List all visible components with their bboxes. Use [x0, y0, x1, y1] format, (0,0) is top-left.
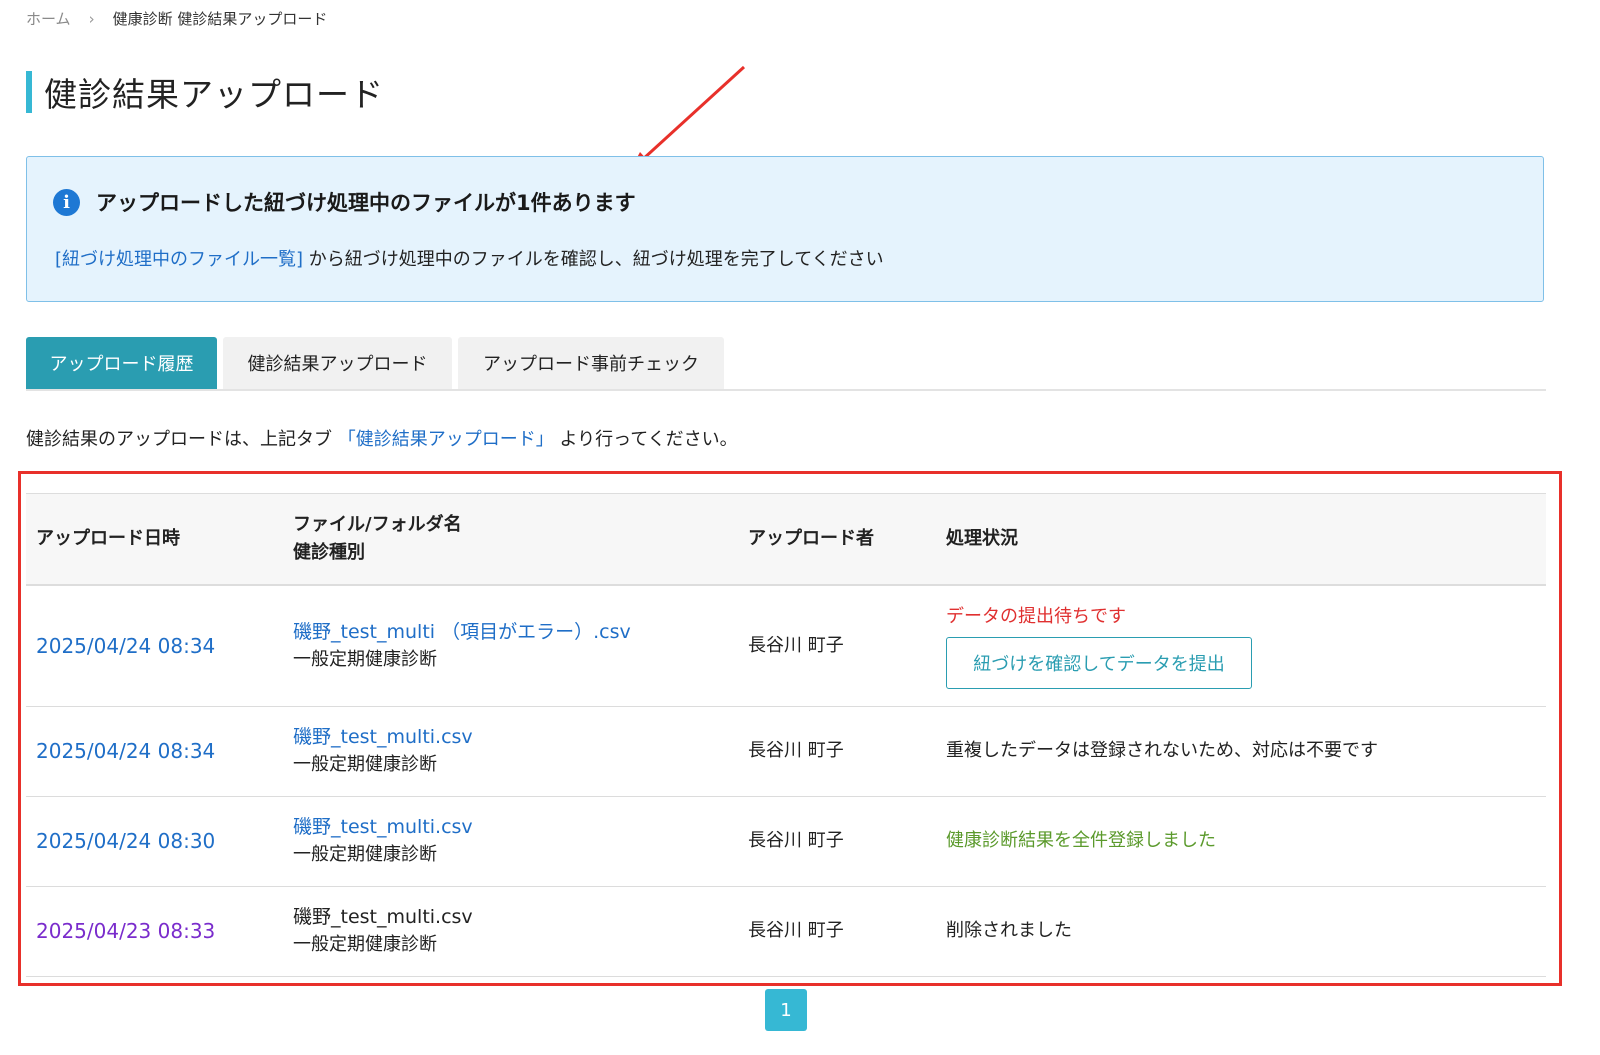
- status-text: 重複したデータは登録されないため、対応は不要です: [936, 706, 1546, 797]
- page-title: 健診結果アップロード: [26, 71, 384, 114]
- status-text: 健康診断結果を全件登録しました: [936, 796, 1546, 887]
- status-text: 削除されました: [936, 886, 1546, 977]
- table-row: 2025/04/24 08:34 磯野_test_multi.csv 一般定期健…: [26, 706, 1546, 797]
- page-title-accent-bar: [26, 71, 32, 113]
- file-name-link[interactable]: 磯野_test_multi.csv: [293, 723, 738, 751]
- exam-type: 一般定期健康診断: [293, 934, 437, 955]
- exam-type: 一般定期健康診断: [293, 754, 437, 775]
- info-notice-text: から紐づけ処理中のファイルを確認し、紐づけ処理を完了してください: [303, 249, 884, 270]
- breadcrumb-current: 健康診断 健診結果アップロード: [112, 10, 328, 28]
- chevron-right-icon: ›: [88, 9, 95, 28]
- instruction-prefix: 健診結果のアップロードは、上記タブ: [26, 429, 332, 450]
- column-header-date: アップロード日時: [26, 493, 283, 586]
- confirm-and-submit-button[interactable]: 紐づけを確認してデータを提出: [946, 636, 1252, 689]
- column-header-status: 処理状況: [936, 493, 1546, 586]
- column-header-file-name: ファイル/フォルダ名: [293, 514, 462, 535]
- file-cell: 磯野_test_multi.csv 一般定期健康診断: [283, 886, 738, 977]
- tab-pre-upload-check[interactable]: アップロード事前チェック: [458, 337, 724, 389]
- file-name-link[interactable]: 磯野_test_multi.csv: [293, 813, 738, 841]
- breadcrumb: ホーム › 健康診断 健診結果アップロード: [26, 8, 327, 29]
- uploader-name: 長谷川 町子: [738, 796, 936, 887]
- info-notice-title: アップロードした紐づけ処理中のファイルが1件あります: [96, 191, 636, 215]
- file-cell: 磯野_test_multi.csv 一般定期健康診断: [283, 796, 738, 887]
- uploader-name: 長谷川 町子: [738, 886, 936, 977]
- status-text: データの提出待ちです: [946, 605, 1126, 627]
- tab-upload-history[interactable]: アップロード履歴: [26, 337, 217, 389]
- exam-type: 一般定期健康診断: [293, 648, 437, 670]
- linking-files-list-link[interactable]: [紐づけ処理中のファイル一覧]: [55, 249, 303, 270]
- status-cell: データの提出待ちです 紐づけを確認してデータを提出: [936, 585, 1546, 707]
- column-header-exam-type: 健診種別: [293, 542, 365, 563]
- file-name: 磯野_test_multi.csv: [293, 906, 473, 928]
- tab-bar: アップロード履歴 健診結果アップロード アップロード事前チェック: [26, 337, 1546, 391]
- table-row: 2025/04/24 08:34 磯野_test_multi （項目がエラー）.…: [26, 585, 1546, 707]
- upload-instruction: 健診結果のアップロードは、上記タブ 「健診結果アップロード」 より行ってください…: [26, 425, 738, 451]
- breadcrumb-home-link[interactable]: ホーム: [26, 8, 71, 29]
- table-header-row: アップロード日時 ファイル/フォルダ名 健診種別 アップロード者 処理状況: [26, 493, 1546, 586]
- pagination-page-1[interactable]: 1: [765, 989, 807, 1031]
- upload-date-link[interactable]: 2025/04/24 08:30: [26, 796, 283, 887]
- file-cell: 磯野_test_multi.csv 一般定期健康診断: [283, 706, 738, 797]
- upload-date-link[interactable]: 2025/04/24 08:34: [26, 706, 283, 797]
- uploader-name: 長谷川 町子: [738, 706, 936, 797]
- upload-history-table: アップロード日時 ファイル/フォルダ名 健診種別 アップロード者 処理状況 20…: [26, 493, 1546, 977]
- result-upload-tab-link[interactable]: 「健診結果アップロード」: [338, 429, 554, 450]
- file-cell: 磯野_test_multi （項目がエラー）.csv 一般定期健康診断: [283, 585, 738, 707]
- info-notice-body: [紐づけ処理中のファイル一覧] から紐づけ処理中のファイルを確認し、紐づけ処理を…: [55, 245, 884, 271]
- column-header-file: ファイル/フォルダ名 健診種別: [283, 493, 738, 586]
- tab-result-upload[interactable]: 健診結果アップロード: [223, 337, 452, 389]
- upload-date-link[interactable]: 2025/04/24 08:34: [26, 585, 283, 707]
- exam-type: 一般定期健康診断: [293, 844, 437, 865]
- instruction-suffix: より行ってください。: [559, 429, 738, 450]
- page-title-text: 健診結果アップロード: [44, 75, 384, 114]
- uploader-name: 長谷川 町子: [738, 585, 936, 707]
- table-row: 2025/04/24 08:30 磯野_test_multi.csv 一般定期健…: [26, 796, 1546, 887]
- file-name-link[interactable]: 磯野_test_multi （項目がエラー）.csv: [293, 618, 738, 646]
- info-icon: i: [53, 188, 80, 216]
- table-row: 2025/04/23 08:33 磯野_test_multi.csv 一般定期健…: [26, 886, 1546, 977]
- info-notice-header: i アップロードした紐づけ処理中のファイルが1件あります: [53, 187, 636, 217]
- upload-date-link[interactable]: 2025/04/23 08:33: [26, 886, 283, 977]
- info-notice: i アップロードした紐づけ処理中のファイルが1件あります [紐づけ処理中のファイ…: [26, 156, 1544, 302]
- column-header-uploader: アップロード者: [738, 493, 936, 586]
